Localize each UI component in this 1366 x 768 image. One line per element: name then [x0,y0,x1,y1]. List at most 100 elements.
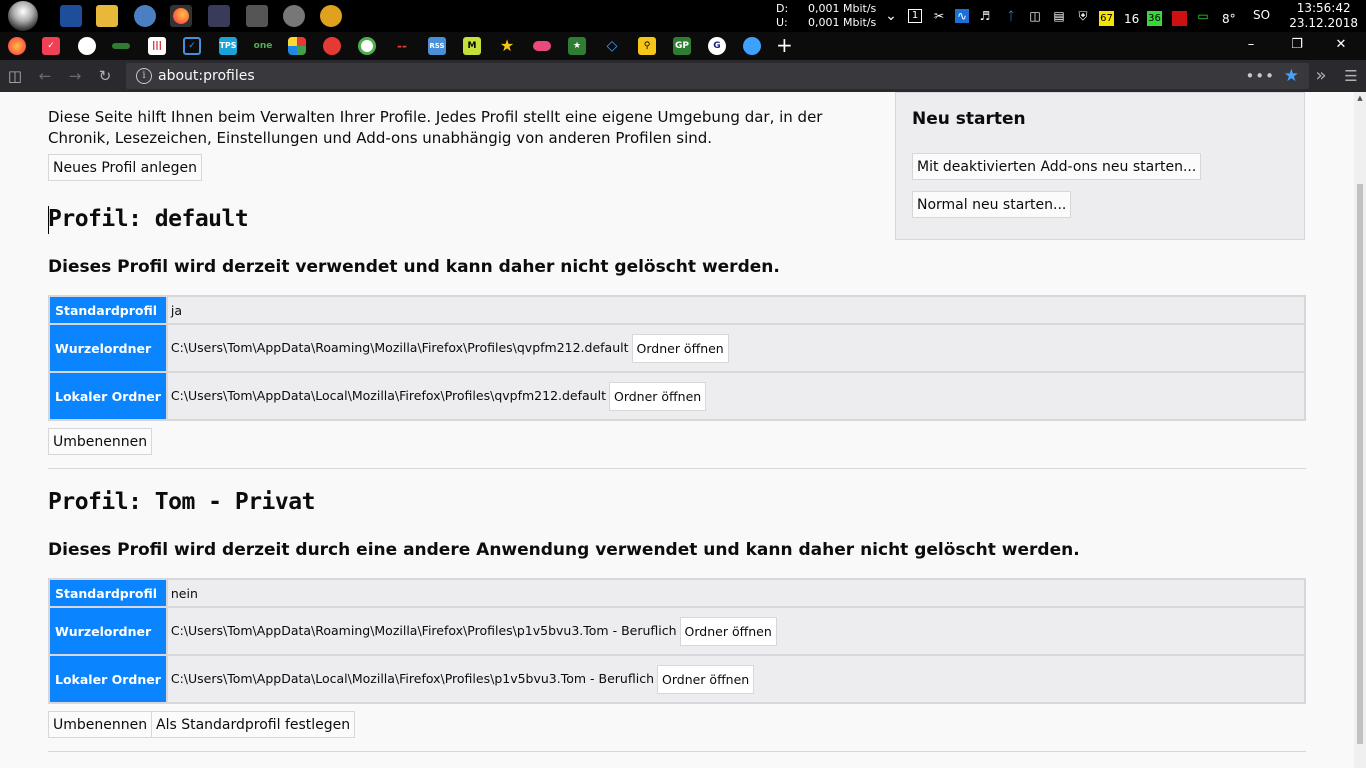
open-folder-button[interactable]: Ordner öffnen [679,616,777,646]
root-folder-label: Wurzelordner [50,325,166,371]
info-icon[interactable]: i [136,68,152,84]
weather-temp: 8° [1222,12,1236,26]
chart-monitor-icon[interactable]: ▭ [1196,9,1210,23]
m-extension-icon[interactable]: M [463,37,481,55]
download-speed: 0,001 Mbit/s [808,2,877,15]
network-speed-meter: D: 0,001 Mbit/s U: 0,001 Mbit/s [776,2,876,30]
window-extension-icon[interactable]: RSS [428,37,446,55]
open-folder-button[interactable]: Ordner öffnen [657,664,755,694]
reload-icon[interactable]: ↻ [96,68,114,84]
green-star-extension-icon[interactable]: ★ [568,37,586,55]
extension-icon[interactable] [112,43,130,49]
firefox-tab-icon[interactable] [8,37,26,55]
local-folder-label: Lokaler Ordner [50,656,166,702]
table-row: Wurzelordner C:\Users\Tom\AppData\Roamin… [50,325,1304,371]
monitor-graph-icon[interactable]: ∿ [955,9,969,23]
star-extension-icon[interactable]: ★ [498,37,516,55]
extension-icon[interactable]: ||| [148,37,166,55]
rename-button[interactable]: Umbenennen [48,428,153,455]
cpu-temp-indicator[interactable]: 67 [1099,11,1114,26]
clock[interactable]: 13:56:42 23.12.2018 [1289,1,1358,31]
local-folder-cell: C:\Users\Tom\AppData\Local\Mozilla\Firef… [167,373,1304,419]
restart-addons-disabled-button[interactable]: Mit deaktivierten Add-ons neu starten... [912,153,1202,180]
open-folder-button[interactable]: Ordner öffnen [608,381,707,411]
tray-box-indicator[interactable]: 1 [908,9,922,23]
open-folder-button[interactable]: Ordner öffnen [631,333,729,363]
navigation-toolbar: ◫ ← → ↻ i about:profiles ••• ★ » ☰ [0,60,1366,92]
film-reel-icon[interactable] [283,5,305,27]
checkbox-extension-icon[interactable]: ✓ [183,37,201,55]
scissors-icon[interactable]: ✂ [932,9,946,23]
local-folder-label: Lokaler Ordner [50,373,166,419]
table-row: Standardprofil ja [50,297,1304,323]
this-pc-icon[interactable] [60,5,82,27]
url-text[interactable]: about:profiles [158,68,255,84]
new-profile-button[interactable]: Neues Profil anlegen [48,154,203,181]
new-tab-button[interactable]: + [776,35,793,55]
maximize-button[interactable]: ❐ [1282,38,1312,52]
firefox-logo-icon [173,8,189,24]
restart-title: Neu starten [912,109,1026,129]
dash-extension-icon[interactable]: -- [393,37,411,55]
rename-button[interactable]: Umbenennen [48,711,153,738]
onenote-extension-icon[interactable]: one [253,37,273,55]
scrollbar-thumb[interactable] [1357,184,1363,744]
device-icon[interactable]: ▤ [1052,9,1066,23]
language-indicator[interactable]: SO [1253,8,1270,22]
page-content: Diese Seite hilft Ihnen beim Verwalten I… [0,92,1354,768]
forward-arrow-icon[interactable]: → [66,68,84,84]
minimize-button[interactable]: – [1236,38,1266,52]
pocket-icon[interactable]: ✓ [42,37,60,55]
firefox-taskbar-icon[interactable] [170,5,192,27]
diamond-extension-icon[interactable]: ◇ [603,37,621,55]
local-folder-cell: C:\Users\Tom\AppData\Local\Mozilla\Firef… [167,656,1304,702]
network-icon[interactable]: ◫ [1028,9,1042,23]
root-folder-cell: C:\Users\Tom\AppData\Roaming\Mozilla\Fir… [167,325,1304,371]
g-extension-icon[interactable]: G [708,37,726,55]
hamburger-menu-icon[interactable]: ☰ [1342,68,1360,84]
root-folder-label: Wurzelordner [50,608,166,654]
table-row: Lokaler Ordner C:\Users\Tom\AppData\Loca… [50,656,1304,702]
chat-bubble-icon[interactable] [323,37,341,55]
scroll-up-arrow-icon[interactable]: ▲ [1354,94,1366,102]
volume-icon[interactable]: ♬ [978,9,992,23]
music-player-icon[interactable] [320,5,342,27]
url-bar[interactable]: i about:profiles ••• ★ [126,63,1309,89]
app-icon[interactable] [246,5,268,27]
restart-normal-button[interactable]: Normal neu starten... [912,191,1072,218]
start-orb-button[interactable] [8,1,38,31]
overflow-chevron-icon[interactable]: » [1312,67,1330,85]
chevron-down-icon[interactable]: ⌄ [884,9,898,23]
gpu-indicator[interactable]: 36 [1147,11,1162,26]
intro-text: Diese Seite hilft Ihnen beim Verwalten I… [48,108,823,147]
sidebar-toggle-icon[interactable]: ◫ [6,68,24,84]
globe-icon[interactable] [78,37,96,55]
speech-extension-icon[interactable] [743,37,761,55]
tray-value: 16 [1124,12,1140,26]
root-folder-path: C:\Users\Tom\AppData\Roaming\Mozilla\Fir… [170,339,629,355]
grid-extension-icon[interactable] [288,37,306,55]
file-explorer-icon[interactable] [96,5,118,27]
page-actions-menu-icon[interactable]: ••• [1245,67,1275,85]
shield-icon[interactable]: ⛨ [1076,9,1090,23]
bookmark-star-icon[interactable]: ★ [1284,66,1299,86]
firefox-tab-strip: ✓ ||| ✓ TPS one -- RSS M ★ ★ ◇ ⚲ GP G + … [0,32,1366,60]
tps-extension-icon[interactable]: TPS [219,37,237,55]
ring-extension-icon[interactable] [358,37,376,55]
download-label: D: [776,2,789,15]
upload-label: U: [776,16,788,29]
pin-extension-icon[interactable]: ⚲ [638,37,656,55]
profile-title: Profil: Tom - Privat [48,489,315,515]
browser-app-icon[interactable] [134,5,156,27]
pill-extension-icon[interactable] [533,41,551,51]
alert-indicator-icon[interactable] [1172,11,1187,26]
back-arrow-icon[interactable]: ← [36,68,54,84]
local-folder-path: C:\Users\Tom\AppData\Local\Mozilla\Firef… [170,670,654,686]
default-profile-label: Standardprofil [50,580,166,606]
set-default-profile-button[interactable]: Als Standardprofil festlegen [151,711,356,738]
vertical-scrollbar[interactable]: ▲ [1354,92,1366,768]
gp-extension-icon[interactable]: GP [673,37,691,55]
app-icon[interactable] [208,5,230,27]
bluetooth-icon[interactable]: ᛏ [1004,9,1018,23]
close-button[interactable]: ✕ [1326,38,1356,52]
